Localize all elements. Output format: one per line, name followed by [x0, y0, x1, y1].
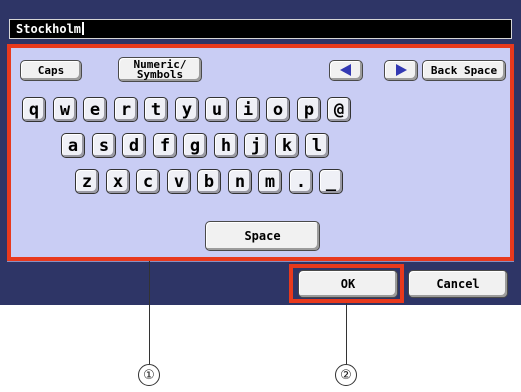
callout-marker-1: ①: [138, 364, 160, 386]
callout-marker-2: ②: [335, 364, 357, 386]
screen-frame: Stockholm Caps Numeric/ Symbols Back Spa…: [0, 0, 521, 305]
cancel-button[interactable]: Cancel: [408, 270, 508, 298]
text-input-field[interactable]: Stockholm: [9, 19, 512, 39]
ok-highlight-frame: [289, 264, 404, 303]
input-value: Stockholm: [16, 22, 82, 36]
text-caret: [82, 22, 85, 35]
callout-line-2: [346, 303, 347, 364]
callout-line-1: [149, 261, 150, 364]
keyboard-highlight-frame: [7, 44, 514, 261]
